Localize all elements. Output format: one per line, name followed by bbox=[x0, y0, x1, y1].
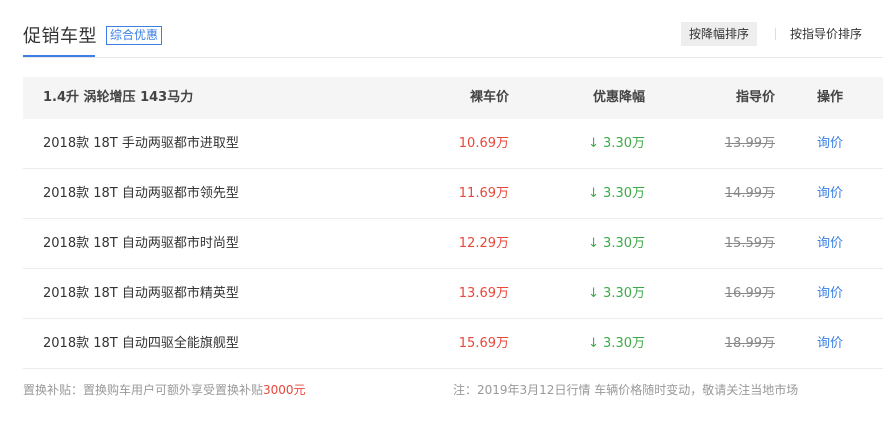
column-header-discount: 优惠降幅 bbox=[592, 90, 645, 105]
arrow-down-icon: ↓ bbox=[588, 186, 600, 201]
column-header-action: 操作 bbox=[817, 90, 844, 105]
subsidy-text: 置换补贴：置换购车用户可额外享受置换补贴 bbox=[23, 383, 264, 397]
discount-amount: ↓ 3.30万 bbox=[588, 269, 645, 318]
inquiry-link[interactable]: 询价 bbox=[817, 219, 843, 268]
guide-price: 16.99万 bbox=[724, 286, 775, 301]
discount-amount: ↓ 3.30万 bbox=[588, 119, 645, 168]
inquiry-link[interactable]: 询价 bbox=[817, 269, 843, 318]
discount-value: 3.30万 bbox=[603, 136, 645, 151]
arrow-down-icon: ↓ bbox=[588, 136, 600, 151]
discount-type-tag[interactable]: 综合优惠 bbox=[106, 26, 163, 45]
bare-price: 11.69万 bbox=[458, 186, 509, 201]
column-header-price: 裸车价 bbox=[469, 90, 509, 105]
bare-price: 12.29万 bbox=[458, 236, 509, 251]
discount-value: 3.30万 bbox=[603, 286, 645, 301]
arrow-down-icon: ↓ bbox=[588, 286, 600, 301]
sort-by-guide-price-button[interactable]: 按指导价排序 bbox=[790, 22, 862, 46]
table-row: 2018款 18T 自动两驱都市精英型 13.69万 ↓ 3.30万 16.99万… bbox=[23, 269, 883, 319]
table-header: 1.4升 涡轮增压 143马力 裸车价 优惠降幅 指导价 操作 bbox=[23, 77, 883, 119]
bare-price: 15.69万 bbox=[458, 336, 509, 351]
model-name: 2018款 18T 自动两驱都市领先型 bbox=[43, 186, 239, 201]
model-name: 2018款 18T 自动两驱都市时尚型 bbox=[43, 236, 239, 251]
inquiry-link[interactable]: 询价 bbox=[817, 319, 843, 368]
sort-separator bbox=[775, 28, 776, 40]
column-header-guide: 指导价 bbox=[735, 90, 775, 105]
arrow-down-icon: ↓ bbox=[588, 236, 600, 251]
inquiry-link[interactable]: 询价 bbox=[817, 119, 843, 168]
table-row: 2018款 18T 自动四驱全能旗舰型 15.69万 ↓ 3.30万 18.99万… bbox=[23, 319, 883, 369]
bare-price: 10.69万 bbox=[458, 136, 509, 151]
bare-price: 13.69万 bbox=[458, 286, 509, 301]
engine-group-label: 1.4升 涡轮增压 143马力 bbox=[43, 90, 194, 105]
table-row: 2018款 18T 自动两驱都市时尚型 12.29万 ↓ 3.30万 15.59万… bbox=[23, 219, 883, 269]
table-row: 2018款 18T 自动两驱都市领先型 11.69万 ↓ 3.30万 14.99万… bbox=[23, 169, 883, 219]
inquiry-link[interactable]: 询价 bbox=[817, 169, 843, 218]
model-name: 2018款 18T 自动四驱全能旗舰型 bbox=[43, 336, 239, 351]
arrow-down-icon: ↓ bbox=[588, 336, 600, 351]
model-name: 2018款 18T 自动两驱都市精英型 bbox=[43, 286, 239, 301]
market-date-note: 注：2019年3月12日行情 车辆价格随时变动，敬请关注当地市场 bbox=[453, 383, 799, 397]
discount-amount: ↓ 3.30万 bbox=[588, 169, 645, 218]
discount-value: 3.30万 bbox=[603, 186, 645, 201]
model-name: 2018款 18T 手动两驱都市进取型 bbox=[43, 136, 239, 151]
header-divider bbox=[23, 57, 883, 58]
section-header: 促销车型 综合优惠 按降幅排序 按指导价排序 bbox=[0, 0, 890, 58]
discount-amount: ↓ 3.30万 bbox=[588, 219, 645, 268]
guide-price: 13.99万 bbox=[724, 136, 775, 151]
subsidy-amount: 3000元 bbox=[263, 383, 306, 397]
guide-price: 18.99万 bbox=[724, 336, 775, 351]
trade-in-subsidy-note: 置换补贴：置换购车用户可额外享受置换补贴3000元 bbox=[23, 381, 306, 398]
table-row: 2018款 18T 手动两驱都市进取型 10.69万 ↓ 3.30万 13.99万… bbox=[23, 119, 883, 169]
promo-table: 1.4升 涡轮增压 143马力 裸车价 优惠降幅 指导价 操作 2018款 18… bbox=[23, 77, 883, 369]
section-title: 促销车型 bbox=[23, 26, 97, 47]
guide-price: 14.99万 bbox=[724, 186, 775, 201]
guide-price: 15.59万 bbox=[724, 236, 775, 251]
sort-by-discount-button[interactable]: 按降幅排序 bbox=[681, 22, 758, 46]
discount-value: 3.30万 bbox=[603, 236, 645, 251]
discount-value: 3.30万 bbox=[603, 336, 645, 351]
discount-amount: ↓ 3.30万 bbox=[588, 319, 645, 368]
